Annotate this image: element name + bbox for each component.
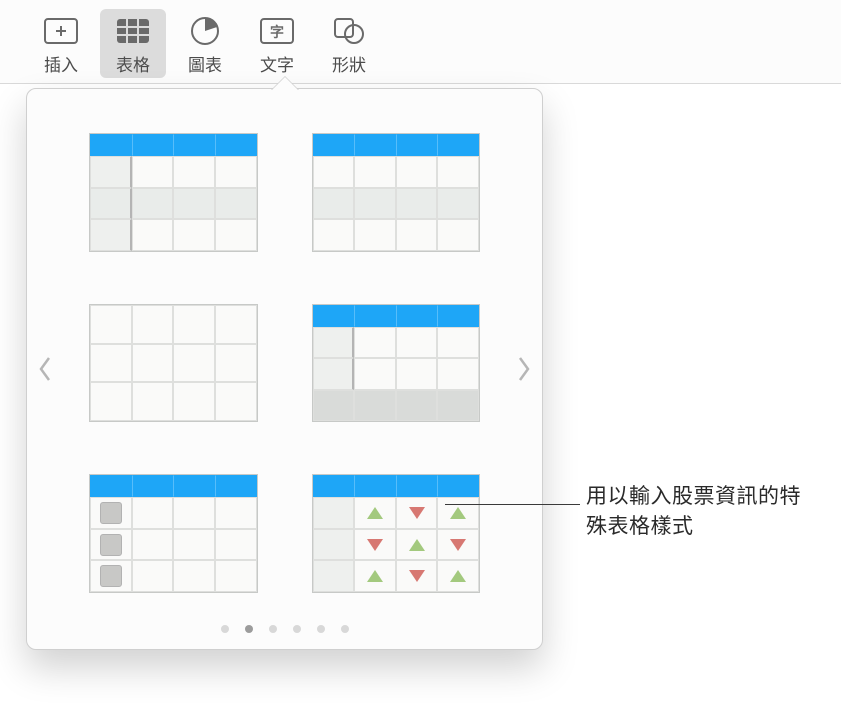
callout-leader-line: [445, 504, 580, 505]
table-style-5[interactable]: [89, 474, 258, 593]
table-style-3[interactable]: [89, 304, 258, 423]
chevron-left-icon: [38, 356, 52, 382]
next-page-button[interactable]: [512, 349, 536, 389]
table-icon: [113, 13, 153, 49]
shape-button[interactable]: 形狀: [316, 9, 382, 78]
page-dot[interactable]: [317, 625, 325, 633]
text-label: 文字: [260, 51, 294, 76]
chart-button[interactable]: 圖表: [172, 9, 238, 78]
table-style-grid: [89, 133, 480, 593]
page-dot[interactable]: [221, 625, 229, 633]
table-label: 表格: [116, 51, 150, 76]
chevron-right-icon: [517, 356, 531, 382]
page-indicator: [27, 625, 542, 633]
table-button[interactable]: 表格: [100, 9, 166, 78]
toolbar: 插入 表格 圖表 字 文字 形狀: [0, 0, 841, 84]
callout-text: 用以輸入股票資訊的特殊表格樣式: [586, 482, 816, 543]
svg-text:字: 字: [270, 24, 284, 40]
chart-icon: [185, 13, 225, 49]
table-style-1[interactable]: [89, 133, 258, 252]
text-icon: 字: [257, 13, 297, 49]
popover-caret: [271, 77, 299, 91]
shape-label: 形狀: [332, 51, 366, 76]
page-dot[interactable]: [245, 625, 253, 633]
prev-page-button[interactable]: [33, 349, 57, 389]
table-style-2[interactable]: [312, 133, 481, 252]
insert-icon: [41, 13, 81, 49]
page-dot[interactable]: [269, 625, 277, 633]
shape-icon: [329, 13, 369, 49]
insert-label: 插入: [44, 51, 78, 76]
chart-label: 圖表: [188, 51, 222, 76]
insert-button[interactable]: 插入: [28, 9, 94, 78]
table-style-4[interactable]: [312, 304, 481, 423]
text-button[interactable]: 字 文字: [244, 9, 310, 78]
page-dot[interactable]: [293, 625, 301, 633]
page-dot[interactable]: [341, 625, 349, 633]
table-styles-popover: [26, 88, 543, 650]
table-style-stock[interactable]: [312, 474, 481, 593]
